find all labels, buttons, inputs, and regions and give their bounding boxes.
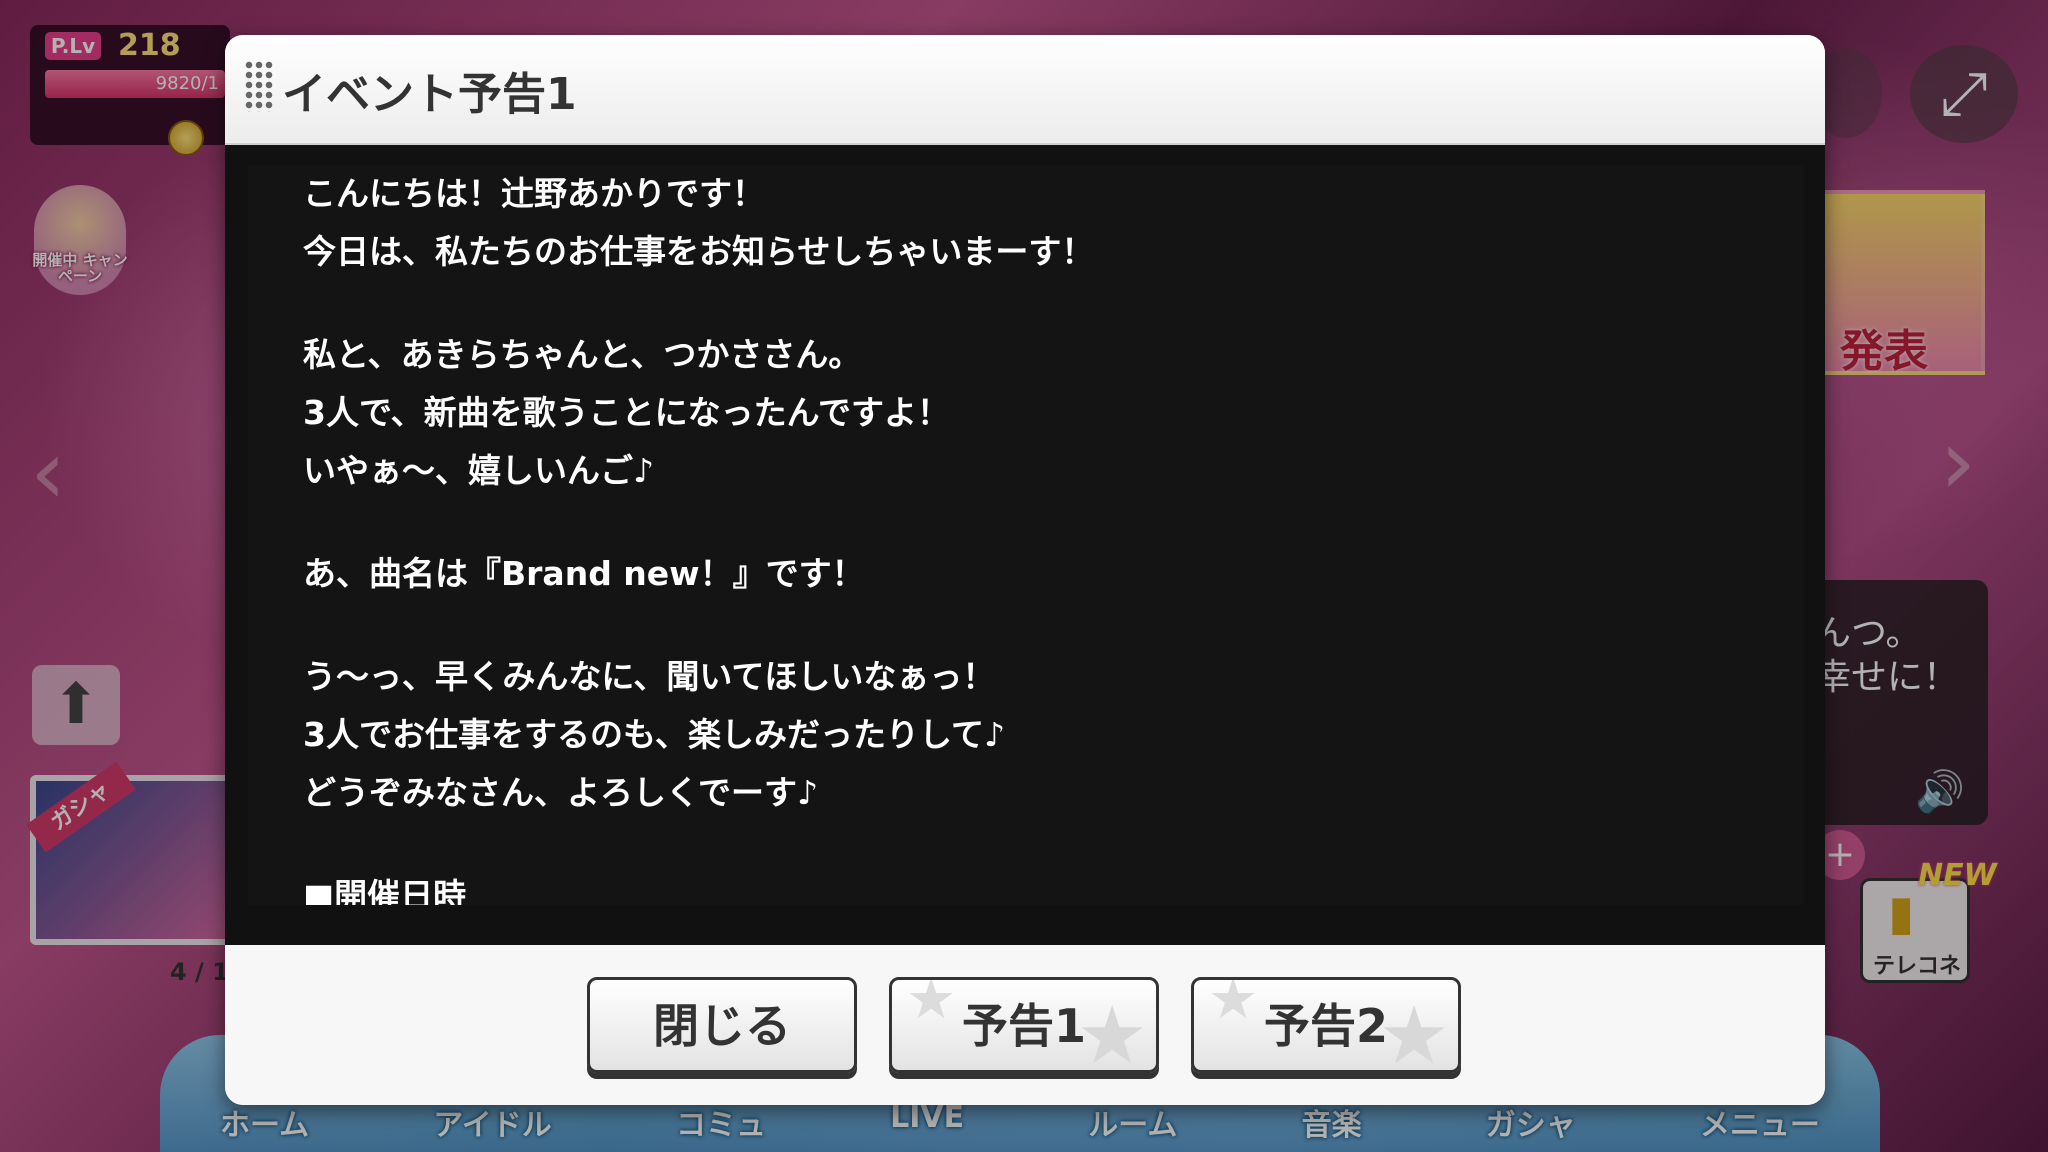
message-line: 今日は、私たちのお仕事をお知らせしちゃいまーす！ — [303, 232, 1095, 271]
star-icon: ★ — [1076, 989, 1148, 1073]
star-icon: ★ — [1378, 989, 1450, 1073]
message-line: 私と、あきらちゃんと、つかささん。 — [303, 335, 862, 374]
star-icon: ★ — [1208, 977, 1259, 1032]
message-line: どうぞみなさん、よろしくでーす♪ — [303, 773, 819, 812]
message-line: こんにちは！辻野あかりです！ — [303, 174, 765, 213]
message-line: あ、曲名は『Brand new！』です！ — [303, 554, 865, 593]
message-line: ■開催日時 — [303, 876, 467, 905]
message-line: 3人でお仕事をするのも、楽しみだったりして♪ — [303, 715, 1006, 754]
notice1-button-label: 予告1 — [961, 999, 1086, 1053]
star-icon: ★ — [906, 977, 957, 1032]
message-scroll-area[interactable]: こんにちは！辻野あかりです！ 今日は、私たちのお仕事をお知らせしちゃいまーす！ … — [248, 165, 1803, 905]
message-line: う～っ、早くみんなに、聞いてほしいなぁっ！ — [303, 657, 996, 696]
dialog-title: イベント予告1 — [282, 69, 577, 120]
grip-dots-icon — [244, 60, 274, 112]
notice1-button[interactable]: ★ ★ 予告1 — [889, 977, 1159, 1073]
notice2-button[interactable]: ★ ★ 予告2 — [1191, 977, 1461, 1073]
close-button[interactable]: 閉じる — [587, 977, 857, 1073]
notice2-button-label: 予告2 — [1263, 999, 1388, 1053]
message-body: こんにちは！辻野あかりです！ 今日は、私たちのお仕事をお知らせしちゃいまーす！ … — [303, 165, 1703, 905]
close-button-label: 閉じる — [653, 999, 791, 1053]
message-line: いやぁ～、嬉しいんご♪ — [303, 451, 655, 490]
message-line: 3人で、新曲を歌うことになったんですよ！ — [303, 393, 950, 432]
